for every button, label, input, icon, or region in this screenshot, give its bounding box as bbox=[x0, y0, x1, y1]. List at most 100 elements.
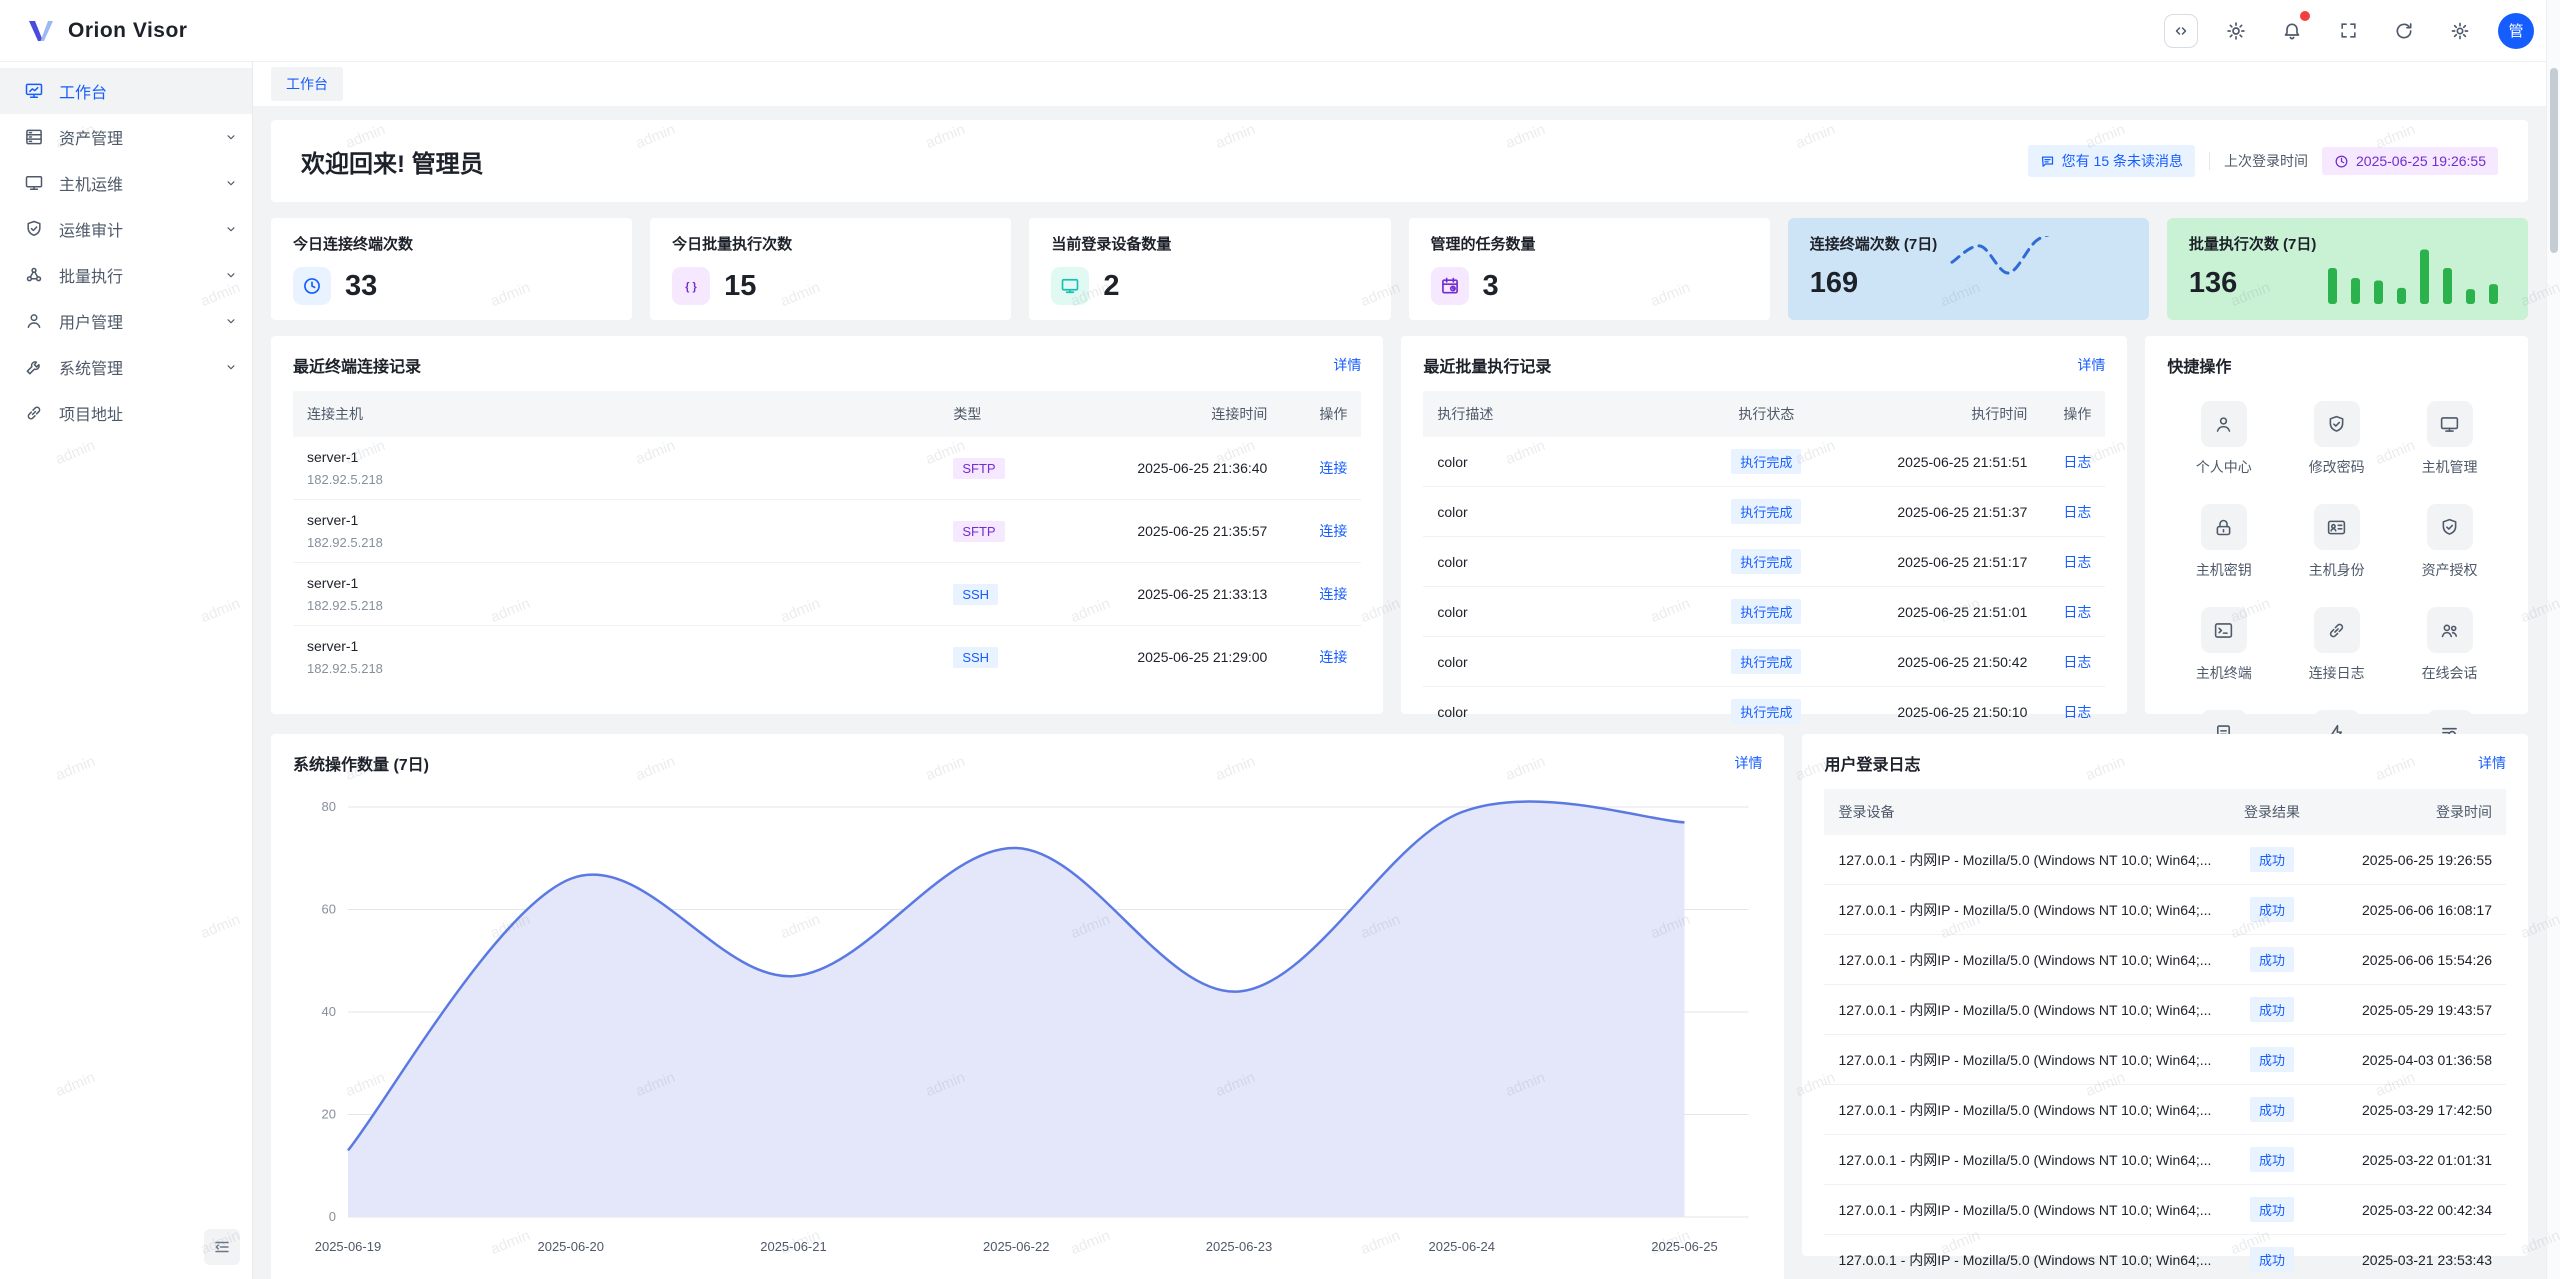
batch-cluster-icon bbox=[24, 265, 44, 285]
table-row: 127.0.0.1 - 内网IP - Mozilla/5.0 (Windows … bbox=[1824, 1035, 2506, 1085]
log-link[interactable]: 日志 bbox=[2063, 654, 2091, 670]
log-link[interactable]: 日志 bbox=[2063, 504, 2091, 520]
quick-action-connection-log[interactable]: 连接日志 bbox=[2280, 607, 2393, 683]
exec-time: 2025-06-25 21:51:01 bbox=[1831, 587, 2041, 637]
shield-check-icon bbox=[2314, 401, 2360, 447]
sidebar-item-label: 运维审计 bbox=[59, 217, 224, 241]
divider bbox=[2209, 152, 2210, 170]
sidebar-item-project-link[interactable]: 项目地址 bbox=[0, 390, 252, 436]
quick-action-change-password[interactable]: 修改密码 bbox=[2280, 401, 2393, 477]
table-row: 127.0.0.1 - 内网IP - Mozilla/5.0 (Windows … bbox=[1824, 885, 2506, 935]
refresh-icon bbox=[2394, 21, 2414, 41]
notification-red-dot bbox=[2300, 11, 2310, 21]
svg-text:40: 40 bbox=[322, 1004, 336, 1019]
batch-details-link[interactable]: 详情 bbox=[2077, 355, 2105, 375]
sidebar-item-workbench[interactable]: 工作台 bbox=[0, 68, 252, 114]
quick-action-host-terminal[interactable]: 主机终端 bbox=[2167, 607, 2280, 683]
table-row: 127.0.0.1 - 内网IP - Mozilla/5.0 (Windows … bbox=[1824, 985, 2506, 1035]
login-time: 2025-04-03 01:36:58 bbox=[2318, 1035, 2506, 1085]
exec-status-badge: 执行完成 bbox=[1731, 449, 1801, 474]
sidebar-item-label: 资产管理 bbox=[59, 125, 224, 149]
stat-card-terminal-7d: 连接终端次数 (7日) 169 bbox=[1788, 218, 2149, 320]
stat-card-batch-today: 今日批量执行次数 { } 15 bbox=[650, 218, 1011, 320]
quick-action-host-keys[interactable]: 主机密钥 bbox=[2167, 504, 2280, 580]
terminal-details-link[interactable]: 详情 bbox=[1333, 355, 1361, 375]
login-time: 2025-05-29 19:43:57 bbox=[2318, 985, 2506, 1035]
sidebar-item-label: 系统管理 bbox=[59, 355, 224, 379]
login-time: 2025-03-29 17:42:50 bbox=[2318, 1085, 2506, 1135]
type-badge: SFTP bbox=[953, 521, 1004, 542]
quick-action-personal-center[interactable]: 个人中心 bbox=[2167, 401, 2280, 477]
brand-name: Orion Visor bbox=[68, 19, 187, 43]
batch-table: 执行描述 执行状态 执行时间 操作 color 执行完成 2025-06-25 … bbox=[1423, 391, 2105, 736]
login-device: 127.0.0.1 - 内网IP - Mozilla/5.0 (Windows … bbox=[1824, 935, 2226, 985]
quick-action-asset-authorization[interactable]: 资产授权 bbox=[2393, 504, 2506, 580]
welcome-title: 欢迎回来! 管理员 bbox=[301, 144, 484, 179]
exec-description: color bbox=[1423, 687, 1701, 737]
table-row: color 执行完成 2025-06-25 21:50:10 日志 bbox=[1423, 687, 2105, 737]
lock-icon bbox=[2201, 504, 2247, 550]
settings-gear-icon bbox=[2450, 21, 2470, 41]
connect-time: 2025-06-25 21:29:00 bbox=[1051, 626, 1281, 689]
quick-action-online-sessions[interactable]: 在线会话 bbox=[2393, 607, 2506, 683]
login-time: 2025-06-06 15:54:26 bbox=[2318, 935, 2506, 985]
login-time: 2025-06-25 19:26:55 bbox=[2318, 835, 2506, 885]
quick-action-host-identity[interactable]: 主机身份 bbox=[2280, 504, 2393, 580]
unread-messages-badge[interactable]: 您有 15 条未读消息 bbox=[2028, 145, 2195, 177]
theme-toggle-button[interactable] bbox=[2218, 13, 2254, 49]
sidebar-item-audit[interactable]: 运维审计 bbox=[0, 206, 252, 252]
svg-text:2025-06-24: 2025-06-24 bbox=[1429, 1239, 1495, 1254]
sidebar-item-assets[interactable]: 资产管理 bbox=[0, 114, 252, 160]
fullscreen-button[interactable] bbox=[2330, 13, 2366, 49]
type-badge: SSH bbox=[953, 584, 998, 605]
page-scrollbar-thumb[interactable] bbox=[2550, 68, 2558, 253]
table-header-row: 连接主机 类型 连接时间 操作 bbox=[293, 391, 1361, 437]
user-avatar[interactable]: 管 bbox=[2498, 13, 2534, 49]
refresh-button[interactable] bbox=[2386, 13, 2422, 49]
sidebar-item-host-ops[interactable]: 主机运维 bbox=[0, 160, 252, 206]
sidebar-item-batch-exec[interactable]: 批量执行 bbox=[0, 252, 252, 298]
table-row: 127.0.0.1 - 内网IP - Mozilla/5.0 (Windows … bbox=[1824, 1085, 2506, 1135]
connect-link[interactable]: 连接 bbox=[1319, 523, 1347, 539]
login-details-link[interactable]: 详情 bbox=[2478, 753, 2506, 773]
host-name: server-1 bbox=[307, 575, 925, 591]
login-time: 2025-06-06 16:08:17 bbox=[2318, 885, 2506, 935]
stat-value: 2 bbox=[1103, 270, 1119, 303]
svg-text:80: 80 bbox=[322, 799, 336, 814]
login-result-badge: 成功 bbox=[2250, 1247, 2294, 1272]
notifications-button[interactable] bbox=[2274, 13, 2310, 49]
table-row: color 执行完成 2025-06-25 21:50:42 日志 bbox=[1423, 637, 2105, 687]
table-row: 127.0.0.1 - 内网IP - Mozilla/5.0 (Windows … bbox=[1824, 1235, 2506, 1279]
breadcrumb-workbench[interactable]: 工作台 bbox=[271, 67, 343, 101]
user-icon bbox=[2201, 401, 2247, 447]
svg-text:2025-06-19: 2025-06-19 bbox=[315, 1239, 381, 1254]
svg-text:20: 20 bbox=[322, 1106, 336, 1121]
sidebar-item-system[interactable]: 系统管理 bbox=[0, 344, 252, 390]
log-link[interactable]: 日志 bbox=[2063, 454, 2091, 470]
table-row: color 执行完成 2025-06-25 21:51:51 日志 bbox=[1423, 437, 2105, 487]
sidebar-item-label: 批量执行 bbox=[59, 263, 224, 287]
shield-check-icon bbox=[2427, 504, 2473, 550]
chart-details-link[interactable]: 详情 bbox=[1734, 753, 1762, 773]
exec-status-badge: 执行完成 bbox=[1731, 649, 1801, 674]
panel-title: 最近终端连接记录 bbox=[293, 353, 421, 377]
connect-link[interactable]: 连接 bbox=[1319, 586, 1347, 602]
settings-button[interactable] bbox=[2442, 13, 2478, 49]
svg-text:60: 60 bbox=[322, 901, 336, 916]
sidebar-item-users[interactable]: 用户管理 bbox=[0, 298, 252, 344]
exec-description: color bbox=[1423, 637, 1701, 687]
code-button[interactable] bbox=[2164, 14, 2198, 48]
orion-visor-logo-icon bbox=[26, 16, 56, 46]
log-link[interactable]: 日志 bbox=[2063, 604, 2091, 620]
link-icon bbox=[24, 403, 44, 423]
log-link[interactable]: 日志 bbox=[2063, 554, 2091, 570]
login-result-badge: 成功 bbox=[2250, 1147, 2294, 1172]
login-log-panel: 用户登录日志 详情 登录设备 登录结果 登录时间 bbox=[1802, 734, 2528, 1256]
sidebar-collapse-button[interactable] bbox=[204, 1229, 240, 1265]
quick-action-host-management[interactable]: 主机管理 bbox=[2393, 401, 2506, 477]
panel-title: 最近批量执行记录 bbox=[1423, 353, 1551, 377]
log-link[interactable]: 日志 bbox=[2063, 704, 2091, 720]
svg-text:2025-06-25: 2025-06-25 bbox=[1651, 1239, 1717, 1254]
connect-link[interactable]: 连接 bbox=[1319, 460, 1347, 476]
connect-link[interactable]: 连接 bbox=[1319, 649, 1347, 665]
